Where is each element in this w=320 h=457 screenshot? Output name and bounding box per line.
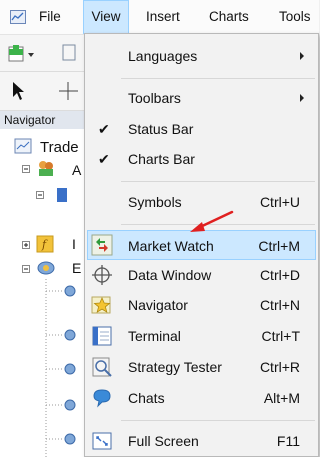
toolbar-standard — [0, 35, 86, 72]
menu-item-toolbars[interactable]: Toolbars — [87, 83, 316, 113]
menu-insert[interactable]: Insert — [146, 0, 180, 34]
strategy-tester-icon — [92, 357, 112, 377]
menu-item-full-screen[interactable]: Full Screen F11 — [87, 426, 316, 456]
menu-item-navigator[interactable]: Navigator Ctrl+N — [87, 290, 316, 320]
menu-item-label: Data Window — [128, 267, 212, 283]
tree-collapse-icon[interactable] — [36, 191, 44, 199]
menu-bar: File View Insert Charts Tools — [0, 0, 319, 35]
accounts-icon — [39, 161, 53, 176]
full-screen-icon — [92, 432, 112, 450]
menu-item-shortcut: Ctrl+R — [259, 359, 300, 375]
menu-item-shortcut: Ctrl+T — [261, 328, 301, 344]
view-menu-dropdown: Languages Toolbars ✔ Status Bar ✔ Charts… — [84, 33, 319, 457]
navigator-title: Navigator — [4, 113, 56, 127]
trade-icon — [14, 138, 32, 154]
menu-item-label: Toolbars — [128, 90, 181, 106]
menu-item-chats[interactable]: Chats Alt+M — [87, 383, 316, 413]
terminal-icon — [92, 326, 112, 346]
new-chart-icon[interactable] — [8, 44, 38, 64]
menu-item-label: Terminal — [128, 328, 181, 344]
menu-item-label: Languages — [128, 48, 198, 64]
menu-separator — [121, 420, 315, 421]
menu-file[interactable]: File — [39, 0, 61, 34]
submenu-arrow-icon — [300, 94, 304, 102]
menu-item-charts-bar[interactable]: ✔ Charts Bar — [87, 144, 316, 174]
submenu-arrow-icon — [300, 52, 304, 60]
menu-item-shortcut: Ctrl+U — [259, 194, 300, 210]
menu-item-shortcut: Ctrl+N — [259, 297, 300, 313]
navigator-star-icon — [91, 296, 111, 314]
account-item-icon — [57, 188, 67, 202]
menu-item-label: Symbols — [128, 194, 182, 210]
menu-tools[interactable]: Tools — [279, 0, 311, 34]
menu-item-shortcut: Alt+M — [263, 390, 300, 406]
menu-item-label: Navigator — [128, 297, 188, 313]
crosshair-tool-icon[interactable] — [58, 82, 78, 100]
expert-advisors-icon — [37, 261, 55, 275]
menu-separator — [121, 78, 315, 79]
tree-item-indicators[interactable]: I — [72, 236, 76, 252]
menu-item-label: Chats — [128, 390, 165, 406]
indicators-icon: f — [36, 235, 54, 253]
tree-branches — [45, 279, 76, 457]
market-watch-icon — [91, 234, 113, 256]
menu-item-data-window[interactable]: Data Window Ctrl+D — [87, 260, 316, 290]
menu-view[interactable]: View — [83, 0, 129, 34]
crosshair-icon — [92, 265, 112, 285]
toolbar-line-studies — [0, 72, 86, 111]
app-icon — [10, 10, 26, 24]
cursor-arrow-icon[interactable] — [12, 81, 26, 101]
menu-item-status-bar[interactable]: ✔ Status Bar — [87, 114, 316, 144]
tree-item-expert-advisors[interactable]: E — [72, 260, 81, 276]
menu-item-label: Status Bar — [128, 121, 194, 137]
annotation-arrow-icon — [190, 210, 234, 232]
navigator-pane: Trade A f I E — [0, 129, 87, 457]
menu-item-shortcut: Ctrl+M — [258, 238, 300, 254]
menu-item-label: Full Screen — [128, 433, 199, 449]
menu-item-strategy-tester[interactable]: Strategy Tester Ctrl+R — [87, 352, 316, 382]
menu-item-terminal[interactable]: Terminal Ctrl+T — [87, 321, 316, 351]
tree-item-accounts[interactable]: A — [72, 162, 81, 178]
menu-separator — [121, 181, 315, 182]
menu-item-shortcut: F11 — [276, 433, 300, 449]
tree-expand-icon[interactable] — [22, 241, 30, 249]
navigator-header: Navigator — [0, 111, 86, 129]
profiles-icon[interactable] — [62, 44, 78, 62]
tree-collapse-icon[interactable] — [22, 265, 30, 273]
chat-bubble-icon — [93, 389, 111, 408]
menu-charts[interactable]: Charts — [209, 0, 249, 34]
tree-item-trade[interactable]: Trade — [40, 139, 79, 156]
checkmark-icon: ✔ — [98, 151, 110, 167]
menu-item-shortcut: Ctrl+D — [259, 267, 300, 283]
checkmark-icon: ✔ — [98, 121, 110, 137]
menu-item-languages[interactable]: Languages — [87, 41, 316, 71]
menu-item-label: Strategy Tester — [128, 359, 222, 375]
menu-item-label: Charts Bar — [128, 151, 195, 167]
tree-collapse-icon[interactable] — [22, 165, 30, 173]
